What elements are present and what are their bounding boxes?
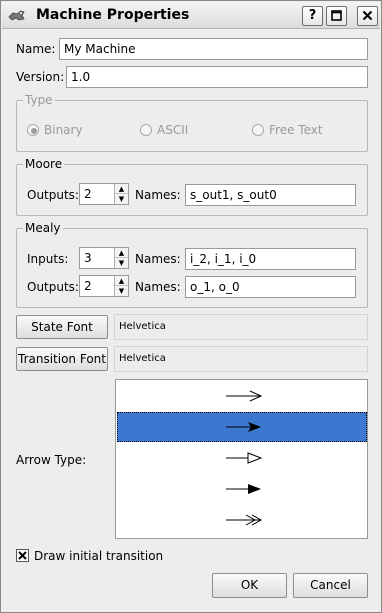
mealy-inputs-label: Inputs:	[27, 252, 69, 266]
type-legend: Type	[23, 93, 55, 107]
mealy-input-names-label: Names:	[135, 252, 181, 266]
initial-transition-label[interactable]: Draw initial transition	[34, 549, 163, 563]
maximize-icon	[331, 10, 342, 21]
spinner-up-icon[interactable]: ▲	[115, 248, 128, 258]
ok-button[interactable]: OK	[212, 573, 287, 598]
close-icon	[362, 10, 373, 21]
double-open-arrow-icon	[226, 514, 263, 526]
radio-circle	[27, 124, 39, 136]
arrow-type-item[interactable]	[117, 505, 367, 535]
open-arrow-icon	[226, 390, 263, 402]
checkmark-icon	[18, 551, 27, 560]
title-bar[interactable]: Machine Properties ?	[2, 2, 380, 29]
spinner-arrows: ▲ ▼	[114, 248, 128, 268]
name-label: Name:	[16, 42, 56, 56]
version-label: Version:	[16, 70, 65, 84]
radio-free-text-label: Free Text	[269, 123, 323, 137]
radio-circle	[252, 124, 264, 136]
help-button[interactable]: ?	[302, 6, 323, 26]
state-font-button[interactable]: State Font	[16, 315, 108, 339]
mealy-outputs-spinner[interactable]: 2 ▲ ▼	[79, 275, 129, 297]
cancel-button[interactable]: Cancel	[293, 573, 368, 598]
spinner-down-icon[interactable]: ▼	[115, 286, 128, 296]
transition-font-button[interactable]: Transition Font	[16, 347, 108, 371]
app-icon	[8, 10, 25, 21]
mealy-legend: Mealy	[23, 221, 63, 235]
name-input[interactable]: My Machine	[59, 38, 368, 60]
arrow-type-item[interactable]	[117, 443, 367, 473]
arrow-type-item[interactable]	[117, 474, 367, 504]
arrow-type-item-selected[interactable]	[117, 412, 367, 442]
maximize-button[interactable]	[326, 6, 347, 26]
hollow-triangle-arrow-icon	[226, 452, 263, 464]
spinner-up-icon[interactable]: ▲	[115, 184, 128, 194]
filled-triangle-arrow-icon	[226, 484, 261, 494]
help-icon: ?	[308, 8, 317, 23]
spinner-down-icon[interactable]: ▼	[115, 258, 128, 268]
radio-dot	[31, 128, 37, 134]
mealy-output-names-label: Names:	[135, 280, 181, 294]
arrow-type-item[interactable]	[117, 381, 367, 411]
mealy-inputs-value: 3	[84, 251, 92, 265]
mealy-outputs-value: 2	[84, 279, 92, 293]
mealy-outputs-label: Outputs:	[27, 280, 79, 294]
spinner-arrows: ▲ ▼	[114, 276, 128, 296]
mealy-input-names-input[interactable]: i_2, i_1, i_0	[185, 248, 356, 270]
moore-names-input[interactable]: s_out1, s_out0	[185, 184, 356, 206]
moore-outputs-label: Outputs:	[27, 188, 79, 202]
mealy-output-names-input[interactable]: o_1, o_0	[185, 276, 356, 298]
moore-names-label: Names:	[135, 188, 181, 202]
machine-properties-dialog: Machine Properties ? Name: My Machine Ve…	[0, 0, 382, 613]
moore-outputs-value: 2	[84, 187, 92, 201]
close-button[interactable]	[357, 6, 378, 26]
state-font-value: Helvetica	[114, 314, 368, 340]
spinner-arrows: ▲ ▼	[114, 184, 128, 204]
window-title: Machine Properties	[36, 7, 190, 23]
radio-ascii-label: ASCII	[157, 123, 189, 137]
version-input[interactable]: 1.0	[66, 66, 368, 88]
arrow-type-list[interactable]	[115, 379, 368, 539]
spinner-down-icon[interactable]: ▼	[115, 194, 128, 204]
initial-transition-checkbox[interactable]	[16, 549, 29, 562]
moore-outputs-spinner[interactable]: 2 ▲ ▼	[79, 183, 129, 205]
moore-legend: Moore	[23, 157, 65, 171]
transition-font-value: Helvetica	[114, 346, 368, 372]
radio-binary-label: Binary	[44, 123, 83, 137]
radio-circle	[140, 124, 152, 136]
mealy-inputs-spinner[interactable]: 3 ▲ ▼	[79, 247, 129, 269]
arrow-type-label: Arrow Type:	[16, 453, 87, 467]
filled-arrow-icon	[226, 422, 261, 432]
spinner-up-icon[interactable]: ▲	[115, 276, 128, 286]
